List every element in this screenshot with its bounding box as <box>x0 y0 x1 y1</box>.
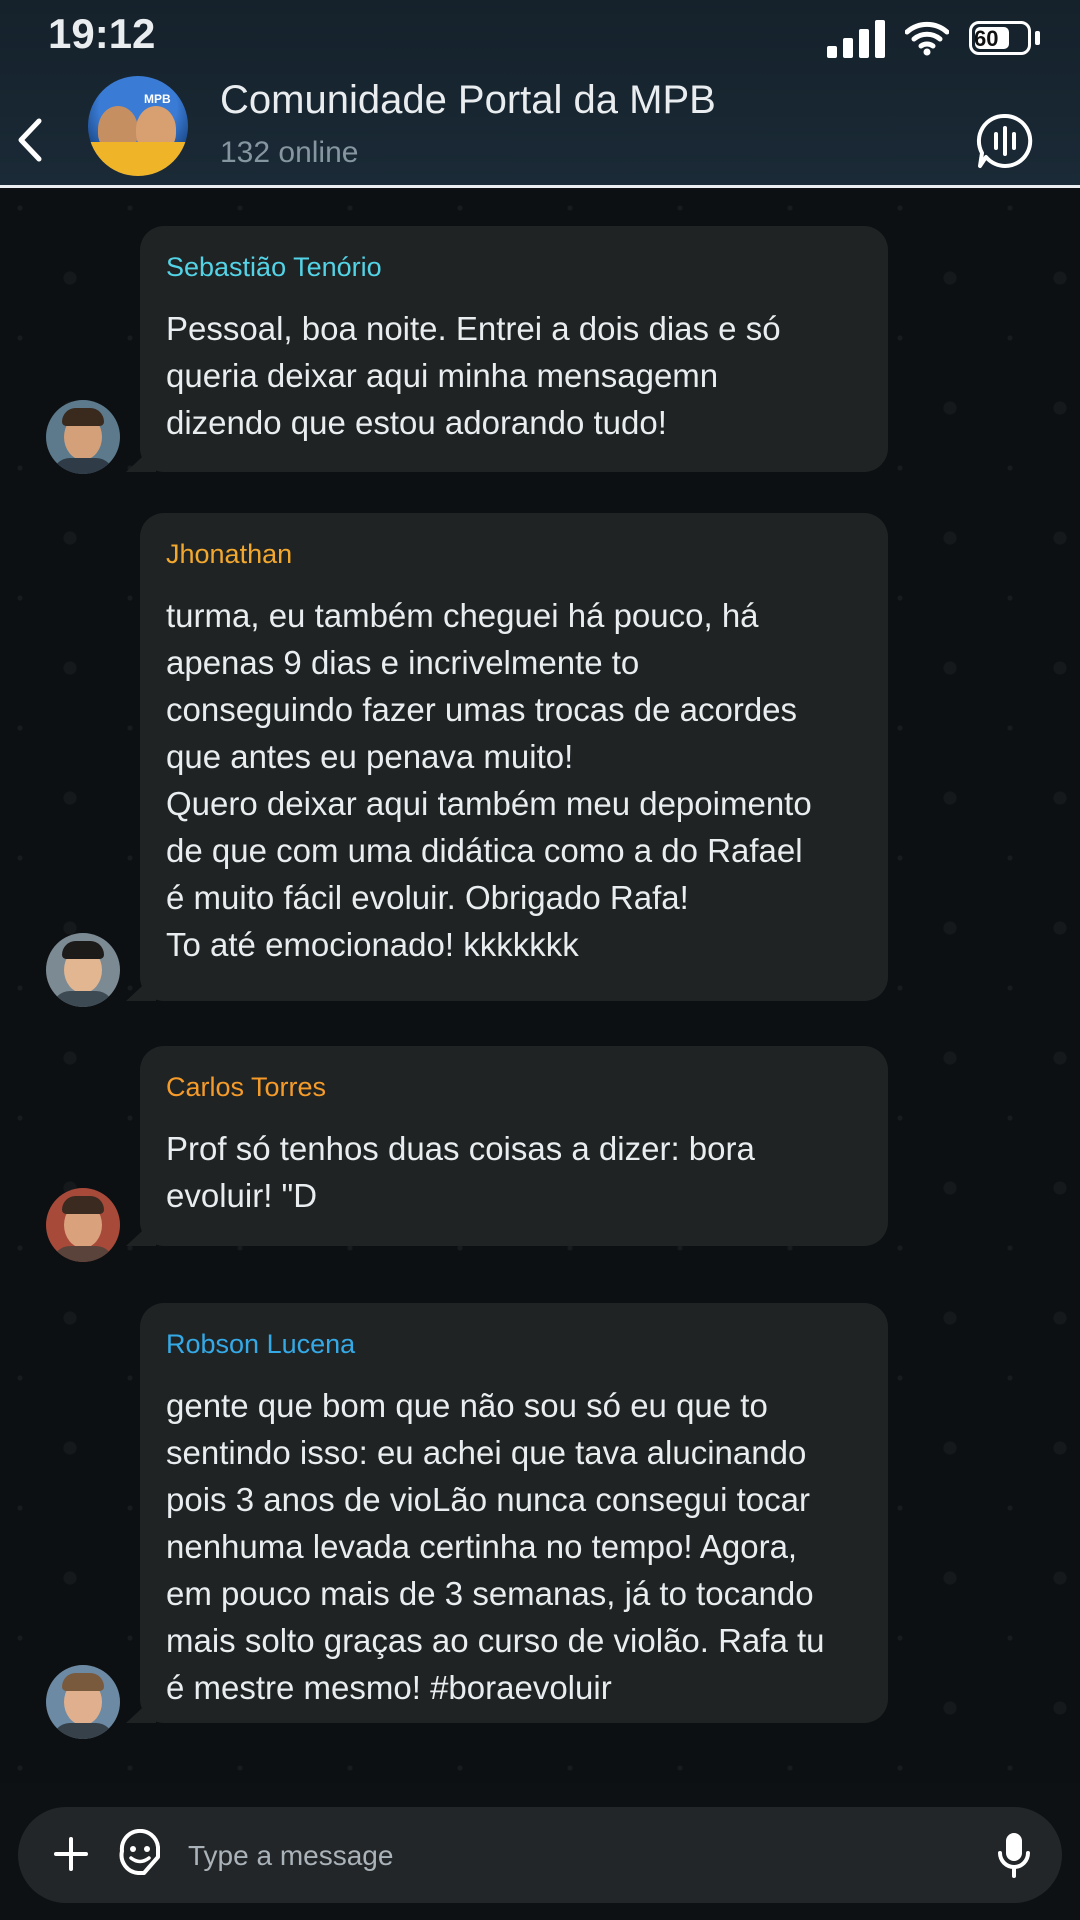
battery-icon: 60 <box>969 21 1031 55</box>
microphone-icon <box>998 1833 1030 1878</box>
avatar[interactable] <box>46 1188 120 1262</box>
message-bubble[interactable]: Robson Lucena gente que bom que não sou … <box>126 1303 888 1723</box>
message-bubble[interactable]: Jhonathan turma, eu também cheguei há po… <box>126 513 888 1001</box>
message-text: turma, eu também cheguei há pouco, há ap… <box>166 597 812 963</box>
cellular-signal-icon <box>827 18 885 58</box>
chat-area[interactable]: Sebastião Tenório Pessoal, boa noite. En… <box>0 188 1080 1783</box>
sender-name[interactable]: Jhonathan <box>166 539 862 570</box>
message-text: Prof só tenhos duas coisas a dizer: bora… <box>166 1130 755 1214</box>
chat-title[interactable]: Comunidade Portal da MPB <box>220 78 716 123</box>
group-avatar[interactable]: MPB <box>88 76 188 176</box>
status-time: 19:12 <box>48 10 156 57</box>
sender-name[interactable]: Robson Lucena <box>166 1329 862 1360</box>
online-count: 132 online <box>220 136 359 169</box>
voice-chat-icon <box>976 113 1033 168</box>
avatar[interactable] <box>46 933 120 1007</box>
chevron-left-icon <box>18 118 42 162</box>
chat-header: 19:12 60 MPB Comunidade Portal da MPB 13… <box>0 0 1080 188</box>
sticker-icon <box>119 1828 160 1875</box>
sender-name[interactable]: Carlos Torres <box>166 1072 862 1103</box>
microphone-button[interactable] <box>994 1829 1034 1881</box>
battery-percent: 60 <box>974 26 999 51</box>
back-button[interactable] <box>8 110 52 170</box>
message-composer <box>0 1783 1080 1920</box>
avatar[interactable] <box>46 1665 120 1739</box>
voice-chat-button[interactable] <box>976 112 1034 170</box>
attach-button[interactable] <box>46 1829 96 1879</box>
sender-name[interactable]: Sebastião Tenório <box>166 252 862 283</box>
message-bubble[interactable]: Carlos Torres Prof só tenhos duas coisas… <box>126 1046 888 1246</box>
input-bar <box>18 1807 1062 1903</box>
plus-icon <box>54 1837 88 1871</box>
message-text: gente que bom que não sou só eu que to s… <box>166 1387 825 1706</box>
wifi-icon <box>905 21 949 56</box>
sticker-button[interactable] <box>116 1828 164 1879</box>
message-input[interactable] <box>186 1825 990 1887</box>
status-icons: 60 <box>827 18 1040 58</box>
message-text: Pessoal, boa noite. Entrei a dois dias e… <box>166 310 781 441</box>
battery-nub <box>1035 31 1040 45</box>
avatar[interactable] <box>46 400 120 474</box>
message-bubble[interactable]: Sebastião Tenório Pessoal, boa noite. En… <box>126 226 888 472</box>
